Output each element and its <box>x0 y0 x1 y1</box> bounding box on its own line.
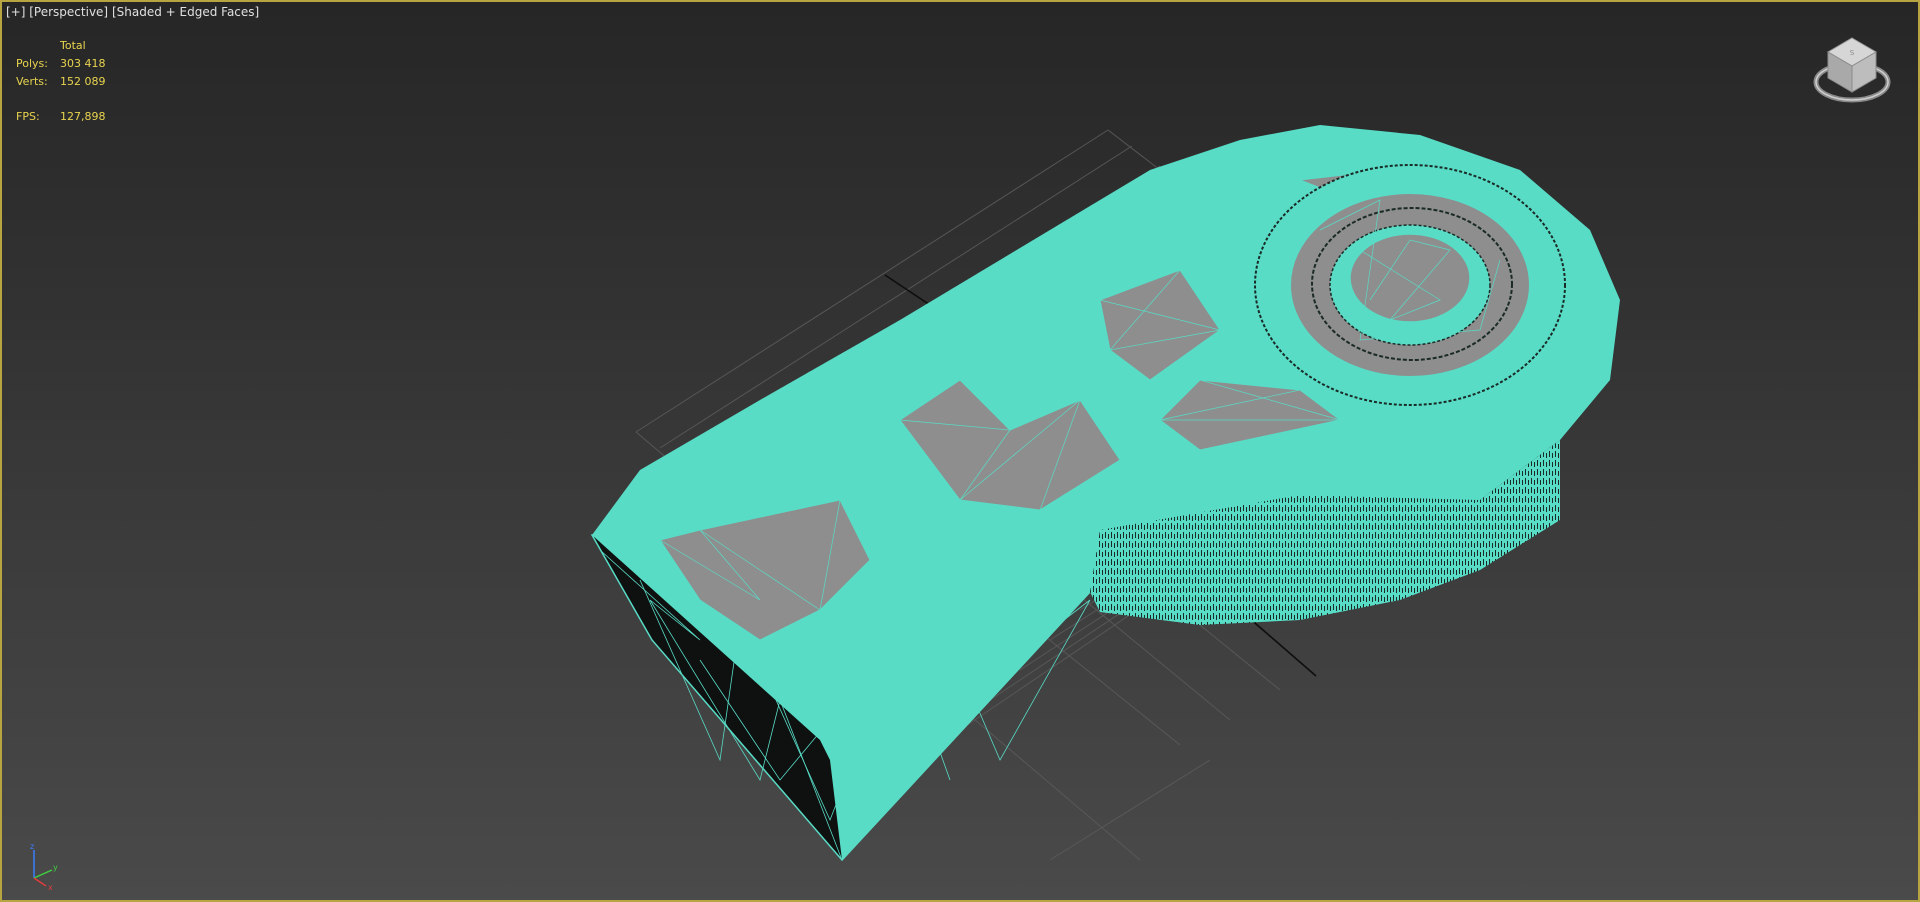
stats-verts-value: 152 089 <box>60 75 106 88</box>
axis-x-label: x <box>48 883 53 890</box>
viewport-statistics: Total Polys: 303 418 Verts: 152 089 FPS:… <box>16 37 106 126</box>
stats-header: Total <box>60 39 86 52</box>
viewcube-icon[interactable]: S <box>1812 30 1892 110</box>
mesh-object[interactable] <box>590 125 1620 862</box>
stats-polys-row: Polys: 303 418 <box>16 55 106 73</box>
mesh-ring-bore <box>1349 233 1471 323</box>
viewport-menu-button[interactable]: [+] <box>6 5 25 19</box>
shading-mode-button[interactable]: [Shaded + Edged Faces] <box>112 5 259 19</box>
stats-fps-label: FPS: <box>16 110 40 123</box>
viewport-perspective[interactable]: [+] [Perspective] [Shaded + Edged Faces]… <box>0 0 1920 902</box>
viewport-label: [+] [Perspective] [Shaded + Edged Faces] <box>6 5 259 19</box>
axis-y-label: y <box>53 863 58 872</box>
stats-verts-label: Verts: <box>16 75 48 88</box>
mesh-end-bump <box>643 469 687 501</box>
stats-fps-row: FPS: 127,898 <box>16 108 106 126</box>
axis-z-label: z <box>30 842 34 851</box>
stats-fps-value: 127,898 <box>60 110 106 123</box>
stats-polys-label: Polys: <box>16 57 48 70</box>
scene-canvas[interactable] <box>0 0 1920 902</box>
axis-tripod-icon: z y x <box>30 842 58 890</box>
svg-text:S: S <box>1850 49 1855 57</box>
view-type-button[interactable]: [Perspective] <box>29 5 108 19</box>
stats-verts-row: Verts: 152 089 <box>16 73 106 91</box>
stats-polys-value: 303 418 <box>60 57 106 70</box>
